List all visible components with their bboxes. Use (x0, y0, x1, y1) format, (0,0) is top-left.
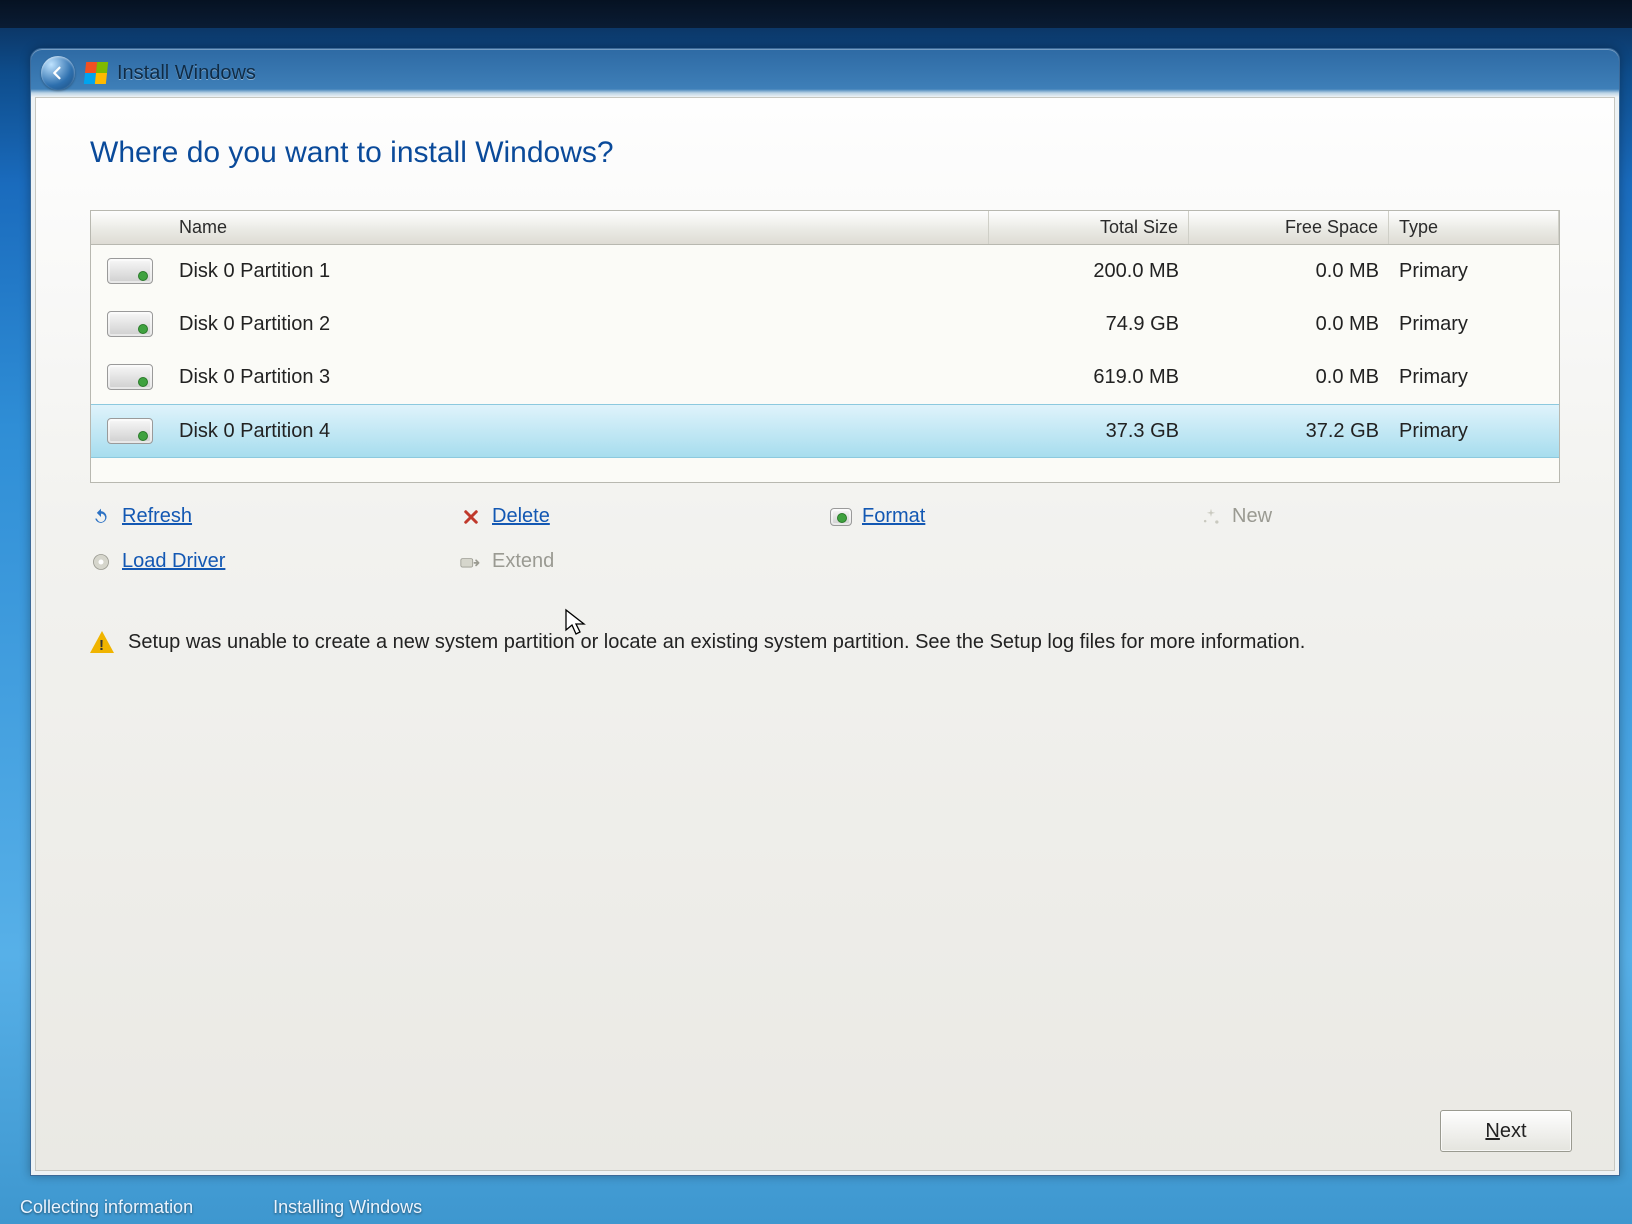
column-header-free[interactable]: Free Space (1189, 211, 1389, 244)
partition-type: Primary (1389, 307, 1559, 342)
disk-icon (107, 311, 153, 337)
partition-row[interactable]: Disk 0 Partition 437.3 GB37.2 GBPrimary (91, 404, 1559, 458)
partition-total-size: 619.0 MB (989, 360, 1189, 395)
refresh-link[interactable]: Refresh (90, 505, 450, 528)
disk-icon (107, 418, 153, 444)
back-button[interactable] (41, 56, 75, 90)
format-label: Format (862, 505, 925, 528)
partition-free-space: 0.0 MB (1189, 307, 1389, 342)
partition-name: Disk 0 Partition 1 (169, 254, 989, 289)
load-driver-label: Load Driver (122, 550, 225, 573)
partition-row[interactable]: Disk 0 Partition 3619.0 MB0.0 MBPrimary (91, 351, 1559, 404)
partition-grid: Name Total Size Free Space Type Disk 0 P… (90, 210, 1560, 483)
partition-name: Disk 0 Partition 4 (169, 414, 989, 449)
refresh-icon (90, 506, 112, 528)
refresh-label: Refresh (122, 505, 192, 528)
load-driver-link[interactable]: Load Driver (90, 550, 450, 573)
partition-type: Primary (1389, 360, 1559, 395)
partition-row[interactable]: Disk 0 Partition 274.9 GB0.0 MBPrimary (91, 298, 1559, 351)
disk-icon (107, 258, 153, 284)
warning-text: Setup was unable to create a new system … (128, 629, 1305, 656)
window-title: Install Windows (117, 62, 256, 85)
install-windows-wizard: Install Windows Where do you want to ins… (30, 48, 1620, 1176)
step-installing: Installing Windows (273, 1197, 422, 1218)
partition-total-size: 74.9 GB (989, 307, 1189, 342)
extend-link: Extend (460, 550, 820, 573)
back-arrow-icon (49, 64, 67, 82)
title-bar: Install Windows (31, 49, 1619, 97)
partition-total-size: 37.3 GB (989, 414, 1189, 449)
next-button[interactable]: Next (1440, 1110, 1572, 1152)
new-label: New (1232, 505, 1272, 528)
wizard-steps: Collecting information Installing Window… (0, 1197, 1632, 1218)
new-link: New (1200, 505, 1560, 528)
format-icon (830, 506, 852, 528)
format-link[interactable]: Format (830, 505, 1190, 528)
delete-icon (460, 506, 482, 528)
partition-type: Primary (1389, 254, 1559, 289)
partition-name: Disk 0 Partition 3 (169, 360, 989, 395)
extend-icon (460, 551, 482, 573)
column-header-total[interactable]: Total Size (989, 211, 1189, 244)
partition-free-space: 0.0 MB (1189, 360, 1389, 395)
column-header-type[interactable]: Type (1389, 211, 1559, 244)
partition-free-space: 0.0 MB (1189, 254, 1389, 289)
partition-total-size: 200.0 MB (989, 254, 1189, 289)
column-header-name[interactable]: Name (169, 211, 989, 244)
partition-name: Disk 0 Partition 2 (169, 307, 989, 342)
disk-icon (107, 364, 153, 390)
load-driver-icon (90, 551, 112, 573)
extend-label: Extend (492, 550, 554, 573)
new-icon (1200, 506, 1222, 528)
delete-link[interactable]: Delete (460, 505, 820, 528)
step-collecting: Collecting information (20, 1197, 193, 1218)
partition-type: Primary (1389, 414, 1559, 449)
windows-logo-icon (84, 62, 108, 84)
partition-free-space: 37.2 GB (1189, 414, 1389, 449)
next-button-label: Next (1485, 1120, 1526, 1143)
delete-label: Delete (492, 505, 550, 528)
partition-row[interactable]: Disk 0 Partition 1200.0 MB0.0 MBPrimary (91, 245, 1559, 298)
warning-icon (90, 631, 114, 653)
page-heading: Where do you want to install Windows? (90, 136, 1560, 170)
